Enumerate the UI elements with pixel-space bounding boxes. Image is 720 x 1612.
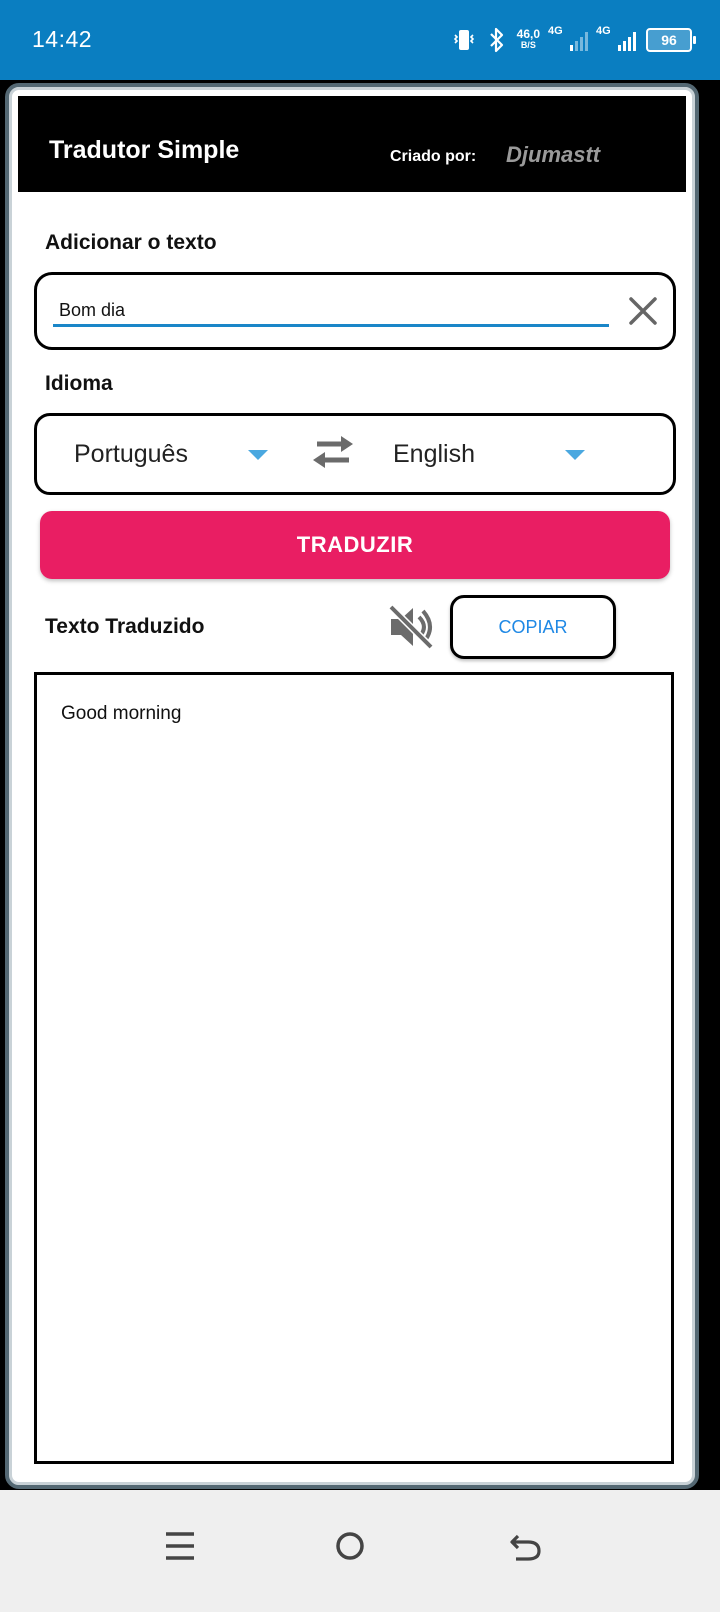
network-speed-unit: B/S	[520, 40, 536, 50]
clear-icon[interactable]	[627, 295, 659, 327]
language-selector-box: Português English	[34, 413, 676, 495]
vibrate-icon	[453, 30, 474, 50]
target-language-select[interactable]: English	[393, 434, 613, 474]
copy-button[interactable]: COPIAR	[450, 595, 616, 659]
menu-icon[interactable]	[160, 1526, 200, 1566]
source-language-value: Português	[74, 440, 188, 468]
translated-text: Good morning	[61, 703, 182, 724]
input-label: Adicionar o texto	[45, 231, 217, 254]
signal-label-1: 4G	[548, 25, 563, 37]
back-icon[interactable]	[506, 1526, 546, 1566]
app-window: Tradutor Simple Criado por: Djumastt Adi…	[5, 83, 699, 1489]
text-input-box	[34, 272, 676, 350]
translated-text-box[interactable]: Good morning	[34, 672, 674, 1464]
app-title: Tradutor Simple	[49, 136, 240, 164]
speaker-muted-icon[interactable]	[385, 601, 437, 653]
output-label: Texto Traduzido	[45, 615, 205, 638]
source-language-select[interactable]: Português	[74, 434, 274, 474]
signal-icon: 4G	[548, 25, 588, 51]
chevron-down-icon	[248, 450, 268, 460]
swap-languages-icon[interactable]	[309, 432, 357, 472]
target-language-value: English	[393, 440, 475, 468]
source-text-input[interactable]	[53, 297, 609, 327]
navigation-bar	[0, 1490, 720, 1612]
signal-label-2: 4G	[596, 25, 611, 37]
network-speed: 46,0 B/S	[516, 27, 540, 51]
signal-icon: 4G	[596, 25, 636, 51]
chevron-down-icon	[565, 450, 585, 460]
status-bar: 14:42 46,0 B/S 4G 4G 96	[0, 0, 720, 80]
bluetooth-icon	[489, 27, 503, 53]
language-label: Idioma	[45, 372, 113, 395]
translate-button[interactable]: TRADUZIR	[40, 511, 670, 579]
status-time: 14:42	[32, 26, 93, 52]
created-by-label: Criado por:	[390, 148, 477, 165]
app-bar: Tradutor Simple Criado por: Djumastt	[18, 96, 686, 192]
author-name: Djumastt	[506, 142, 601, 167]
network-speed-value: 46,0	[516, 27, 540, 41]
battery-level: 96	[661, 32, 677, 48]
battery-icon: 96	[646, 28, 696, 52]
home-icon[interactable]	[330, 1526, 370, 1566]
status-icons: 46,0 B/S 4G 4G 96	[451, 24, 696, 56]
